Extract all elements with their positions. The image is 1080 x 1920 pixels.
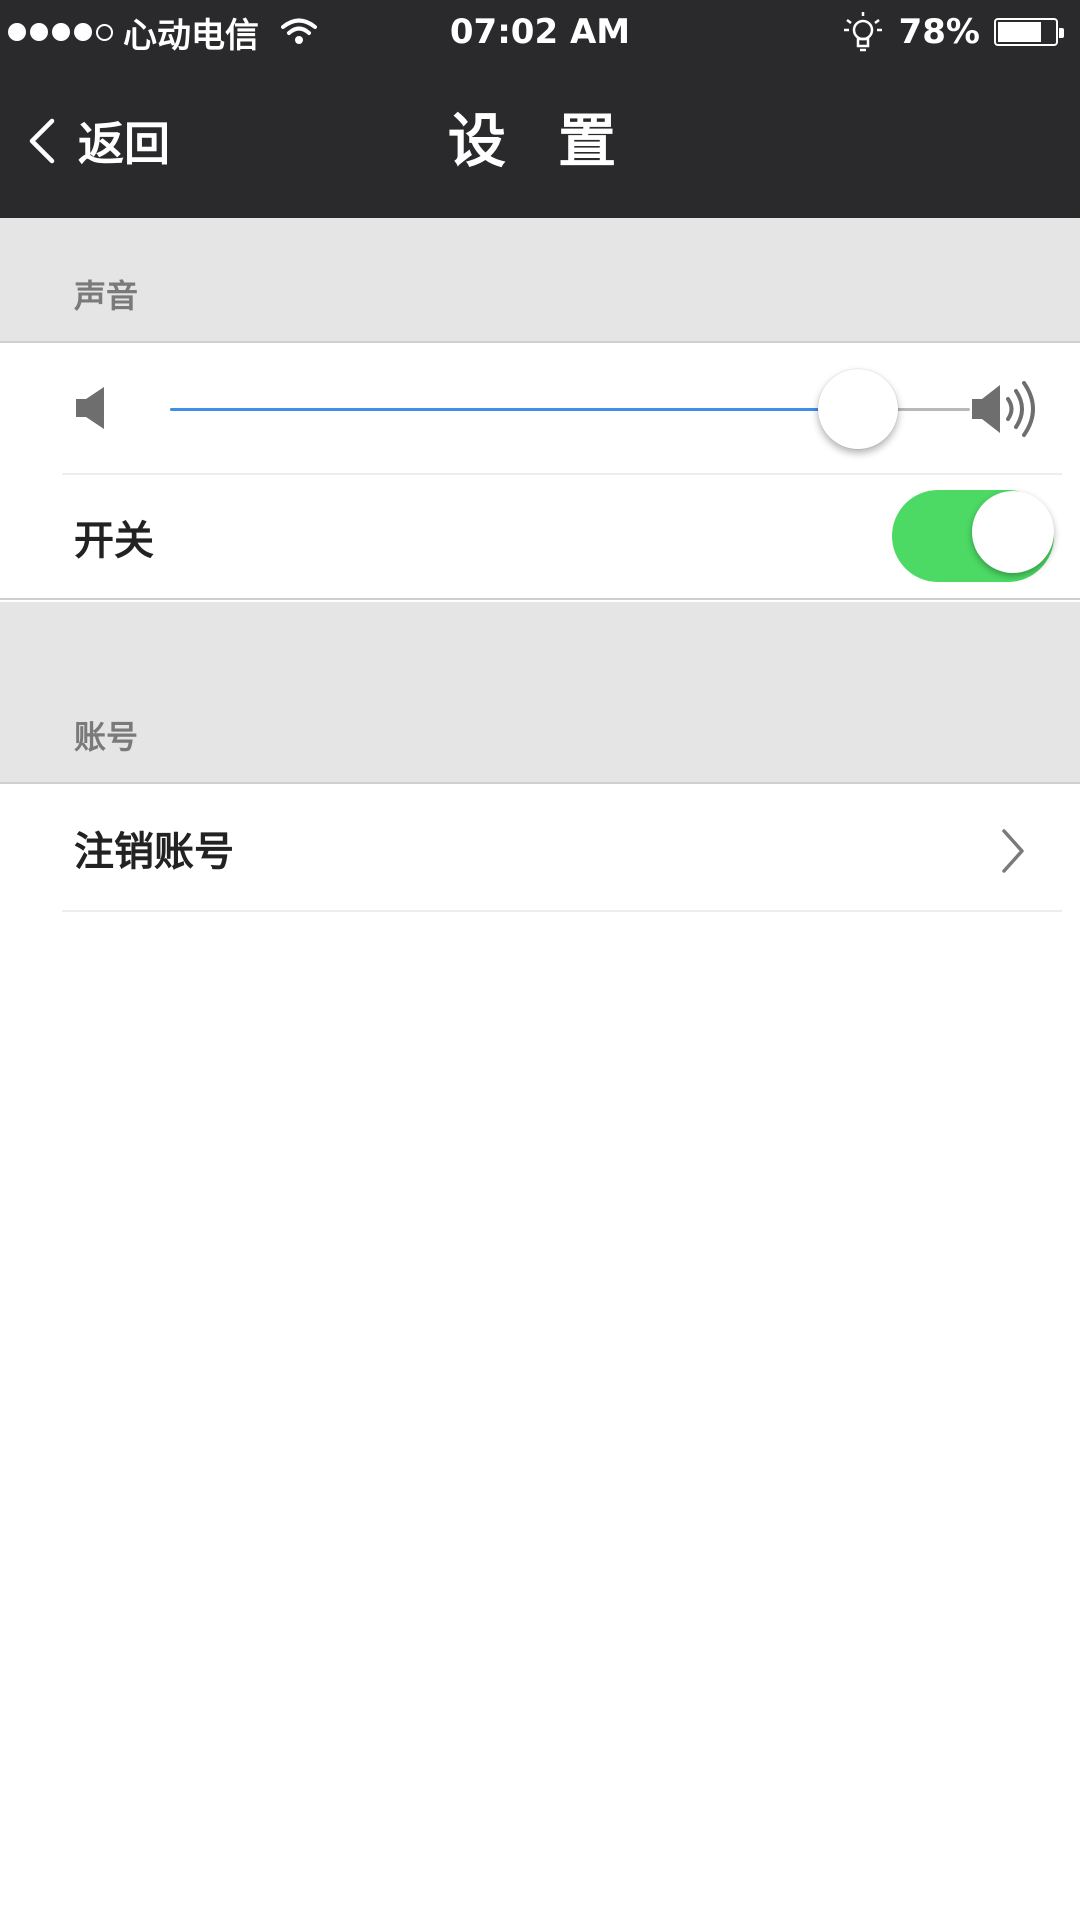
section-label-account: 账号 [74,718,139,756]
nav-bar: 返回 设 置 [0,64,1080,218]
row-divider [62,910,1062,912]
logout-account-label: 注销账号 [74,829,234,875]
volume-slider-thumb[interactable] [818,369,898,449]
logout-account-row[interactable]: 注销账号 [0,784,1080,912]
battery-icon [994,18,1064,46]
volume-high-icon [972,381,1035,437]
page-title: 设 置 [447,107,633,175]
battery-nub [1059,28,1064,38]
sound-switch-label: 开关 [74,517,154,564]
section-header-sound: 声音 [0,218,1080,343]
sound-switch-row: 开关 [0,475,1080,600]
toggle-knob [972,491,1054,573]
section-header-account: 账号 [0,602,1080,784]
volume-slider-fill [170,408,858,411]
volume-low-icon [76,387,104,429]
sound-toggle-switch[interactable] [892,490,1054,582]
bulb-icon [843,12,882,52]
volume-slider[interactable] [170,369,970,449]
status-right: 78% [841,0,1064,64]
chevron-right-icon [1002,829,1024,873]
battery-percent: 78% [898,12,980,52]
section-label-sound: 声音 [74,277,139,315]
status-bar: 心动电信 07:02 AM 78% [0,0,1080,64]
volume-row [0,343,1080,475]
battery-fill [998,22,1041,42]
